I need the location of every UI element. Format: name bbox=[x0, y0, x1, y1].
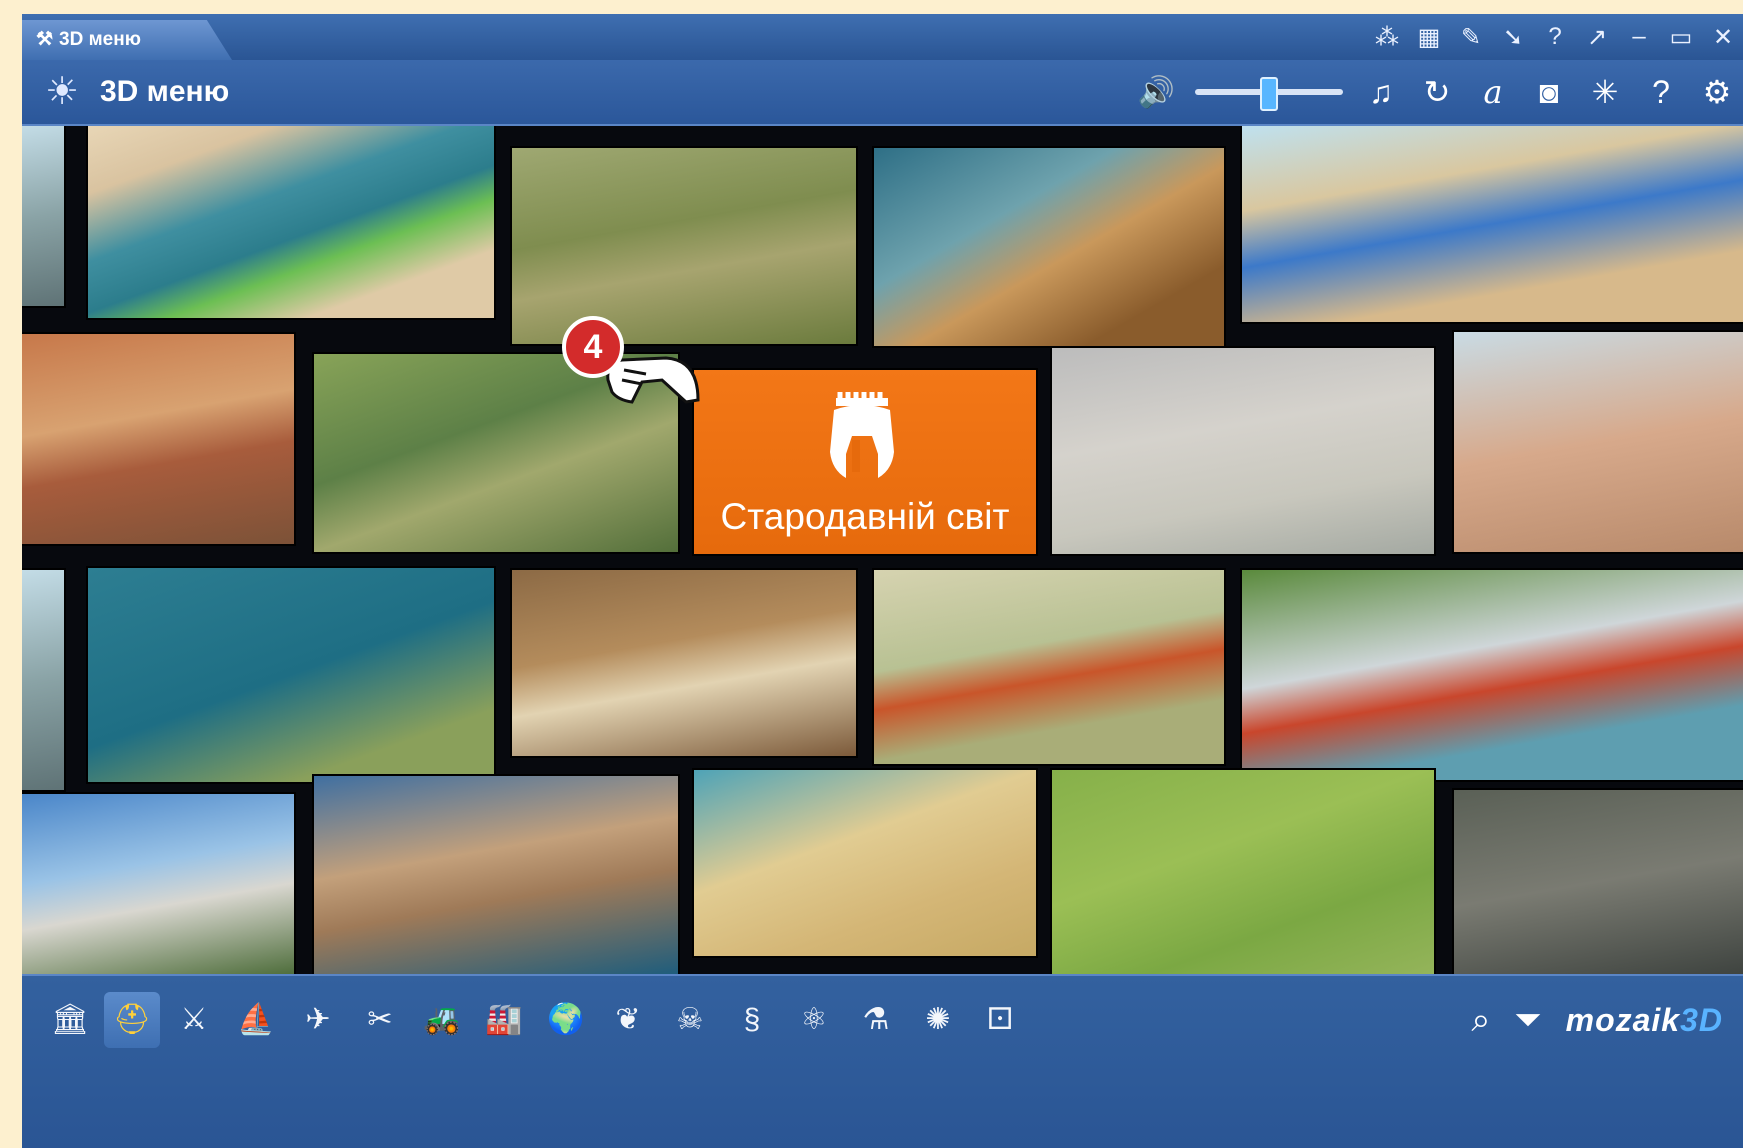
scene-tile[interactable] bbox=[1052, 348, 1434, 554]
window-tab-label: 3D меню bbox=[59, 29, 141, 50]
menubar-controls: 🔊 ♫ ↻ a ◙ ✳ ? ⚙ bbox=[1138, 60, 1735, 124]
featured-category-tile[interactable]: Стародавній світ bbox=[694, 370, 1036, 554]
window-tab[interactable]: ⚒ 3D меню bbox=[22, 20, 232, 60]
app-window: ⚒ 3D меню ⁂ ▦ ✎ ➘ ? ↗ – ▭ ✕ ☀ 3D меню 🔊 ♫… bbox=[22, 14, 1743, 1148]
brand-suffix: 3D bbox=[1680, 1001, 1723, 1038]
brand-logo: mozaik3D bbox=[1566, 1002, 1723, 1039]
titlebar-icons: ⁂ ▦ ✎ ➘ ? ↗ – ▭ ✕ bbox=[1373, 14, 1737, 60]
medieval-icon[interactable]: ⚔ bbox=[166, 992, 222, 1048]
scene-tile[interactable] bbox=[88, 568, 494, 782]
pencil-icon[interactable]: ✎ bbox=[1457, 23, 1485, 52]
spartan-helmet-icon bbox=[830, 392, 894, 478]
scene-tile[interactable] bbox=[1052, 770, 1434, 974]
modern-icon[interactable]: ✂ bbox=[352, 992, 408, 1048]
camera-icon[interactable]: ◙ bbox=[1531, 74, 1567, 111]
search-icon[interactable]: ⌕ bbox=[1471, 1001, 1490, 1040]
rotate-icon[interactable]: ↻ bbox=[1419, 73, 1455, 111]
category-bar: 🏛 ⛑ ⚔ ⛵ ✈ ✂ 🚜 🏭 🌍 ❦ ☠ § ⚛ ⚗ ✺ ⚀ bbox=[42, 992, 1028, 1048]
ancient-helmet-icon[interactable]: ⛑ bbox=[104, 992, 160, 1048]
sun-icon[interactable]: ☀ bbox=[40, 70, 84, 114]
scene-tile[interactable] bbox=[1454, 790, 1743, 974]
step-badge: 4 bbox=[562, 316, 624, 378]
scene-tile[interactable] bbox=[88, 126, 494, 318]
scene-tile[interactable] bbox=[22, 794, 294, 974]
scene-tile[interactable] bbox=[512, 570, 856, 756]
scene-tile[interactable] bbox=[694, 770, 1036, 956]
external-icon[interactable]: ↗ bbox=[1583, 23, 1611, 52]
scene-tile[interactable] bbox=[22, 126, 64, 306]
menubar: ☀ 3D меню 🔊 ♫ ↻ a ◙ ✳ ? ⚙ bbox=[22, 60, 1743, 126]
atom-icon[interactable]: ✺ bbox=[910, 992, 966, 1048]
globe-icon[interactable]: 🌍 bbox=[538, 992, 594, 1048]
scene-tile[interactable] bbox=[1454, 332, 1743, 552]
history-column-icon[interactable]: 🏛 bbox=[42, 992, 98, 1048]
gallery-icon[interactable]: ▦ bbox=[1415, 23, 1443, 52]
airplane-icon[interactable]: ✈ bbox=[290, 992, 346, 1048]
volume-slider-handle[interactable] bbox=[1260, 77, 1278, 111]
gear-icon[interactable]: ⚙ bbox=[1699, 73, 1735, 111]
dna-icon[interactable]: § bbox=[724, 992, 780, 1048]
network-icon[interactable]: ⁂ bbox=[1373, 23, 1401, 52]
maximize-icon[interactable]: ▭ bbox=[1667, 23, 1695, 52]
help-icon[interactable]: ? bbox=[1643, 74, 1679, 111]
minimize-icon[interactable]: – bbox=[1625, 23, 1653, 51]
scene-tile[interactable] bbox=[512, 148, 856, 344]
molecule-icon[interactable]: ⚛ bbox=[786, 992, 842, 1048]
scene-gallery: Стародавній світ 4 bbox=[22, 126, 1743, 974]
scene-tile[interactable] bbox=[1242, 126, 1743, 322]
scene-tile[interactable] bbox=[1242, 570, 1743, 780]
music-icon[interactable]: ♫ bbox=[1363, 74, 1399, 111]
sparkle-icon[interactable]: ✳ bbox=[1587, 73, 1623, 111]
plant-icon[interactable]: ❦ bbox=[600, 992, 656, 1048]
skull-icon[interactable]: ☠ bbox=[662, 992, 718, 1048]
titlebar: ⚒ 3D меню ⁂ ▦ ✎ ➘ ? ↗ – ▭ ✕ bbox=[22, 14, 1743, 60]
featured-category-title: Стародавній світ bbox=[720, 496, 1010, 537]
scene-tile[interactable] bbox=[22, 334, 294, 544]
scene-tile[interactable] bbox=[874, 148, 1224, 346]
sailing-ship-icon[interactable]: ⛵ bbox=[228, 992, 284, 1048]
speaker-icon[interactable]: 🔊 bbox=[1138, 75, 1175, 110]
scene-tile[interactable] bbox=[314, 776, 678, 974]
vehicle-icon[interactable]: 🚜 bbox=[414, 992, 470, 1048]
help-icon[interactable]: ? bbox=[1541, 23, 1569, 51]
close-icon[interactable]: ✕ bbox=[1709, 23, 1737, 52]
filter-icon[interactable]: ⏷ bbox=[1514, 1001, 1541, 1040]
bottom-toolbar: 🏛 ⛑ ⚔ ⛵ ✈ ✂ 🚜 🏭 🌍 ❦ ☠ § ⚛ ⚗ ✺ ⚀ ⌕ ⏷ moza… bbox=[22, 974, 1743, 1148]
flask-icon[interactable]: ⚗ bbox=[848, 992, 904, 1048]
scene-tile[interactable] bbox=[874, 570, 1224, 764]
dice-icon[interactable]: ⚀ bbox=[972, 992, 1028, 1048]
pointer-icon[interactable]: ➘ bbox=[1499, 23, 1527, 52]
scene-tile[interactable] bbox=[22, 570, 64, 790]
factory-icon[interactable]: 🏭 bbox=[476, 992, 532, 1048]
wrench-icon: ⚒ bbox=[36, 29, 54, 50]
font-icon[interactable]: a bbox=[1475, 73, 1511, 111]
bottom-right-tools: ⌕ ⏷ mozaik3D bbox=[1471, 992, 1723, 1048]
tutorial-pointer: 4 bbox=[562, 316, 702, 426]
brand-prefix: mozaik bbox=[1565, 1001, 1681, 1038]
app-title: 3D меню bbox=[100, 75, 230, 108]
volume-slider[interactable] bbox=[1195, 77, 1343, 111]
